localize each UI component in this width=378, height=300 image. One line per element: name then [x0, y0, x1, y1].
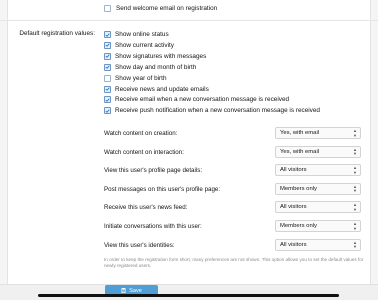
preference-label: View this user's profile page details:: [104, 167, 203, 175]
check-icon: [105, 109, 110, 113]
preference-select-value: All visitors: [280, 167, 307, 174]
preference-label: Initiate conversations with this user:: [104, 223, 202, 230]
preference-select-value: All visitors: [280, 241, 307, 248]
checkbox-option[interactable]: Receive push notification when a new con…: [104, 107, 320, 115]
select-arrows-icon: ▲ ▼: [353, 183, 357, 194]
option-checkbox[interactable]: [104, 74, 111, 82]
checkbox-option-label: Show year of birth: [115, 74, 167, 82]
option-checkbox[interactable]: [104, 31, 111, 38]
check-icon: [105, 32, 110, 37]
select-arrows-icon: ▲ ▼: [353, 239, 357, 250]
preference-select[interactable]: Yes, with email ▲ ▼: [275, 127, 361, 139]
preference-label: Receive this user's news feed:: [104, 204, 188, 212]
checkbox-option[interactable]: Show year of birth: [104, 74, 167, 82]
save-button-label: Save: [129, 287, 142, 294]
preference-select-value: Yes, with email: [280, 148, 320, 155]
checkbox-option-label: Show online status: [115, 31, 169, 38]
form-footer: [0, 284, 378, 300]
checkbox-option-label: Show current activity: [115, 41, 174, 49]
preference-select[interactable]: Members only ▲ ▼: [275, 220, 361, 232]
preference-select[interactable]: Members only ▲ ▼: [275, 182, 361, 195]
preference-label: Watch content on interaction:: [104, 148, 184, 156]
preference-label: Watch content on creation:: [104, 130, 178, 137]
send-welcome-email-checkbox[interactable]: [104, 5, 111, 12]
check-icon: [105, 43, 110, 48]
preference-select-value: Members only: [280, 185, 317, 192]
preference-label: Post messages on this user's profile pag…: [104, 185, 221, 193]
option-checkbox[interactable]: [104, 41, 111, 49]
send-welcome-email-label: Send welcome email on registration: [116, 5, 218, 12]
option-checkbox[interactable]: [104, 85, 111, 93]
checkbox-option[interactable]: Receive news and update emails: [104, 85, 209, 93]
check-icon: [105, 54, 110, 59]
option-checkbox[interactable]: [104, 52, 111, 60]
preference-select-value: All visitors: [280, 204, 307, 211]
home-indicator: [38, 294, 339, 297]
check-icon: [105, 98, 110, 102]
select-arrows-icon: ▲ ▼: [353, 128, 357, 138]
checkbox-option-label: Receive news and update emails: [115, 85, 209, 93]
preference-label: View this user's identities:: [104, 241, 175, 249]
select-arrows-icon: ▲ ▼: [353, 202, 357, 212]
save-icon: [121, 288, 127, 293]
option-checkbox[interactable]: [104, 96, 111, 104]
preference-select-value: Yes, with email: [280, 130, 320, 136]
select-arrows-icon: ▲ ▼: [353, 165, 357, 175]
preference-select[interactable]: All visitors ▲ ▼: [275, 201, 361, 214]
preference-select[interactable]: All visitors ▲ ▼: [275, 164, 361, 177]
preference-select[interactable]: Yes, with email ▲ ▼: [275, 145, 361, 158]
checkbox-option-label: Receive push notification when a new con…: [115, 107, 320, 115]
option-checkbox[interactable]: [104, 63, 111, 71]
preference-select[interactable]: All visitors ▲ ▼: [275, 238, 361, 251]
checkbox-option[interactable]: Show signatures with messages: [104, 52, 207, 60]
checkbox-option[interactable]: Show day and month of birth: [104, 63, 197, 71]
send-welcome-email-option[interactable]: Send welcome email on registration: [104, 5, 217, 12]
help-note: In order to keep the registration form s…: [104, 257, 364, 269]
default-registration-values-label: Default registration values:: [19, 30, 95, 37]
select-arrows-icon: ▲ ▼: [353, 146, 357, 157]
checkbox-option-label: Show signatures with messages: [115, 52, 207, 60]
checkbox-option-label: Receive email when a new conversation me…: [115, 96, 290, 104]
checkbox-option[interactable]: Receive email when a new conversation me…: [104, 96, 290, 104]
section-divider: [0, 20, 378, 21]
select-arrows-icon: ▲ ▼: [353, 221, 357, 231]
checkbox-option[interactable]: Show online status: [104, 31, 169, 38]
option-checkbox[interactable]: [104, 107, 111, 115]
preference-select-value: Members only: [280, 223, 317, 229]
check-icon: [105, 87, 110, 91]
checkbox-option-label: Show day and month of birth: [115, 63, 197, 71]
checkbox-option[interactable]: Show current activity: [104, 41, 174, 49]
check-icon: [105, 65, 110, 70]
